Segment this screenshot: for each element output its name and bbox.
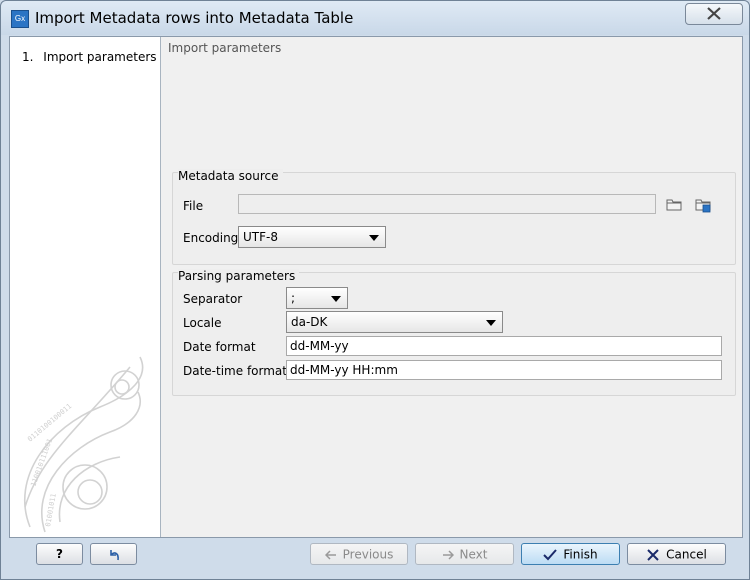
help-button[interactable]: ? bbox=[36, 543, 83, 565]
metadata-source-title: Metadata source bbox=[178, 169, 283, 183]
date-format-label: Date format bbox=[183, 340, 256, 354]
checkmark-icon bbox=[543, 548, 558, 560]
separator-label: Separator bbox=[183, 292, 243, 306]
browse-server-folder-icon[interactable] bbox=[694, 195, 712, 213]
step-import-parameters[interactable]: 1. Import parameters bbox=[22, 50, 157, 64]
svg-text:0110100100011: 0110100100011 bbox=[26, 402, 73, 443]
app-icon: Gx bbox=[11, 10, 29, 28]
reset-button[interactable] bbox=[90, 543, 137, 565]
step-label: Import parameters bbox=[43, 50, 157, 64]
cancel-label: Cancel bbox=[666, 547, 707, 562]
parsing-parameters-title: Parsing parameters bbox=[178, 269, 300, 283]
encoding-select[interactable]: UTF-8 bbox=[238, 226, 386, 248]
previous-button[interactable]: Previous bbox=[310, 543, 408, 565]
title-bar[interactable]: Gx Import Metadata rows into Metadata Ta… bbox=[1, 1, 749, 35]
cancel-button[interactable]: Cancel bbox=[627, 543, 726, 565]
dialog-window: Gx Import Metadata rows into Metadata Ta… bbox=[0, 0, 750, 580]
next-label: Next bbox=[459, 547, 488, 562]
separator-value: ; bbox=[291, 291, 296, 305]
file-label: File bbox=[183, 199, 204, 213]
datetime-format-label: Date-time format bbox=[183, 364, 287, 378]
main-panel: Import parameters Metadata source File E… bbox=[162, 37, 742, 537]
separator-select[interactable]: ; bbox=[286, 287, 348, 309]
cancel-x-icon bbox=[647, 548, 659, 561]
arrow-right-icon bbox=[442, 549, 454, 560]
locale-select[interactable]: da-DK bbox=[286, 311, 503, 333]
undo-arrow-icon bbox=[109, 549, 119, 560]
svg-text:01001011: 01001011 bbox=[44, 493, 58, 528]
finish-label: Finish bbox=[563, 547, 598, 562]
help-label: ? bbox=[56, 547, 63, 561]
close-button[interactable] bbox=[685, 3, 743, 25]
locale-value: da-DK bbox=[291, 315, 328, 329]
encoding-label: Encoding bbox=[183, 231, 239, 245]
decorative-swirl-icon: 0110100100011 110010111001 01001011 bbox=[24, 356, 144, 533]
window-title: Import Metadata rows into Metadata Table bbox=[35, 9, 354, 27]
arrow-left-icon bbox=[324, 549, 336, 560]
browse-folder-icon[interactable] bbox=[665, 195, 683, 213]
wizard-steps-sidebar: 1. Import parameters 0110100100011 11001… bbox=[10, 37, 161, 537]
next-button[interactable]: Next bbox=[415, 543, 514, 565]
section-title: Import parameters bbox=[168, 41, 282, 55]
locale-label: Locale bbox=[183, 316, 222, 330]
date-format-input[interactable]: dd-MM-yy bbox=[286, 336, 722, 356]
previous-label: Previous bbox=[342, 547, 394, 562]
step-number: 1. bbox=[22, 50, 34, 64]
chevron-down-icon bbox=[369, 235, 379, 241]
file-input[interactable] bbox=[238, 194, 656, 214]
finish-button[interactable]: Finish bbox=[521, 543, 620, 565]
close-icon bbox=[707, 7, 721, 20]
dialog-content: 1. Import parameters 0110100100011 11001… bbox=[9, 36, 743, 538]
chevron-down-icon bbox=[331, 296, 341, 302]
chevron-down-icon bbox=[486, 320, 496, 326]
metadata-source-group: Metadata source File Encoding UTF-8 bbox=[172, 169, 736, 265]
datetime-format-input[interactable]: dd-MM-yy HH:mm bbox=[286, 360, 722, 380]
encoding-value: UTF-8 bbox=[243, 230, 278, 244]
parsing-parameters-group: Parsing parameters Separator ; Locale da… bbox=[172, 269, 736, 396]
